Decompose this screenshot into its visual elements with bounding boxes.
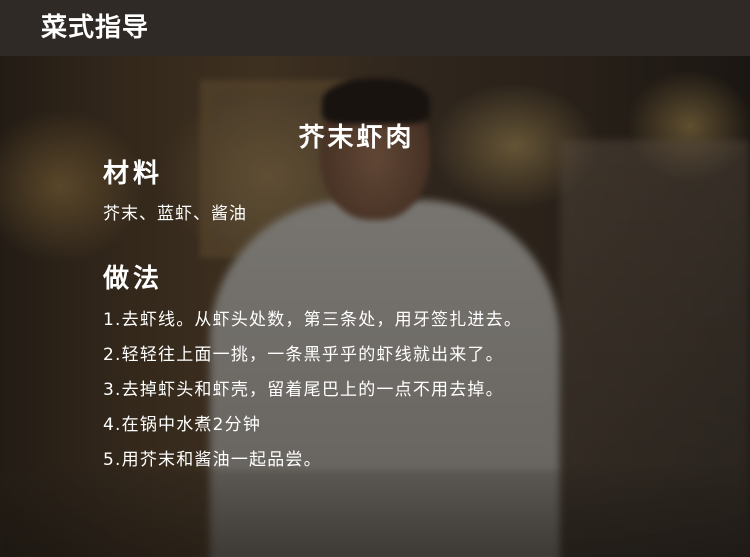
- method-step-3: 3.去掉虾头和虾壳，留着尾巴上的一点不用去掉。: [103, 380, 504, 400]
- recipe-card: 菜式指导 芥末虾肉 材料 芥末、蓝虾、酱油 做法 1.去虾线。从虾头处数，第三条…: [0, 0, 750, 557]
- method-step-1: 1.去虾线。从虾头处数，第三条处，用牙签扎进去。: [103, 310, 523, 330]
- method-step-4: 4.在锅中水煮2分钟: [103, 415, 262, 435]
- method-steps: 1.去虾线。从虾头处数，第三条处，用牙签扎进去。 2.轻轻往上面一挑，一条黑乎乎…: [103, 309, 522, 484]
- recipe-content: 芥末虾肉 材料 芥末、蓝虾、酱油 做法 1.去虾线。从虾头处数，第三条处，用牙签…: [0, 56, 750, 557]
- method-heading: 做法: [103, 264, 164, 294]
- dish-title: 芥末虾肉: [298, 123, 415, 153]
- ingredients-list: 芥末、蓝虾、酱油: [103, 204, 247, 224]
- ingredients-heading: 材料: [103, 159, 164, 189]
- header-bar: 菜式指导: [0, 0, 750, 56]
- method-step-5: 5.用芥末和酱油一起品尝。: [103, 450, 322, 470]
- method-step-2: 2.轻轻往上面一挑，一条黑乎乎的虾线就出来了。: [103, 345, 504, 365]
- page-title: 菜式指导: [41, 13, 150, 43]
